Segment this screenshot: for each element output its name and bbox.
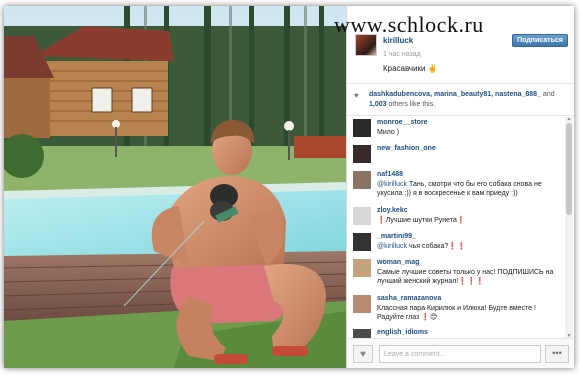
comments-scrollbar[interactable]: ▲ ▼ (565, 117, 573, 339)
commenter-avatar[interactable] (353, 259, 371, 277)
comment: woman_mag Самые лучшие советы только у н… (347, 257, 574, 293)
comment-body: чья собака?❗❗ (407, 243, 466, 250)
heart-icon: ♥ (354, 91, 359, 100)
post-lightbox: kirilluck 1 час назад Красавчики ✌️ Подп… (4, 6, 574, 368)
commenter-avatar[interactable] (353, 119, 371, 137)
likes-summary: ♥ dashkadubencova, marina_beauty81, nast… (347, 84, 574, 116)
commenter-username[interactable]: monroe__store (377, 119, 428, 126)
comment: new_fashion_one (347, 143, 574, 169)
commenter-avatar[interactable] (353, 233, 371, 251)
comment-input[interactable]: Leave a comment... (379, 345, 541, 363)
commenter-avatar[interactable] (353, 171, 371, 189)
comment: sasha_ramazanova Классная пара Кирилюк и… (347, 293, 574, 327)
scroll-up-icon[interactable]: ▲ (565, 117, 573, 122)
commenter-username[interactable]: _martini99_ (377, 233, 416, 240)
comment: naf1488 @kirilluck Тань, смотри что бы е… (347, 169, 574, 205)
comment-mention[interactable]: @kirilluck (377, 243, 407, 250)
commenter-username[interactable]: naf1488 (377, 171, 403, 178)
comment-bar: ♥ Leave a comment... ••• (347, 338, 574, 368)
likes-count[interactable]: 1,003 (369, 101, 387, 108)
comment-text: @kirilluck чья собака?❗❗ (377, 242, 563, 251)
comment-text: @kirilluck Тань, смотри что бы его собак… (377, 180, 563, 198)
likes-and: and (540, 91, 555, 98)
photo-image (4, 6, 346, 368)
like-button[interactable]: ♥ (353, 345, 373, 363)
commenter-avatar[interactable] (353, 145, 371, 163)
comment-text: Самые лучшие советы только у нас! ПОДПИШ… (377, 269, 554, 285)
comments-list[interactable]: monroe__store Мило ) new_fashion_one naf… (347, 117, 574, 339)
comment: zloy.kekc ❗Лучшие шутки Рунета❗ (347, 205, 574, 231)
comment: monroe__store Мило ) (347, 117, 574, 143)
commenter-avatar[interactable] (353, 207, 371, 225)
likes-rest: others like this. (386, 101, 436, 108)
more-options-button[interactable]: ••• (545, 345, 569, 363)
commenter-username[interactable]: sasha_ramazanova (377, 295, 441, 302)
scrollbar-thumb[interactable] (566, 123, 572, 215)
commenter-avatar[interactable] (353, 295, 371, 313)
comment-text: ❗Лучшие шутки Рунета❗ (377, 217, 466, 224)
post-caption: Красавчики ✌️ (383, 64, 438, 73)
post-sidebar: kirilluck 1 час назад Красавчики ✌️ Подп… (346, 6, 574, 368)
heart-icon: ♥ (360, 349, 366, 360)
follow-button[interactable]: Подписаться (512, 34, 568, 47)
comment-text: Классная пара Кирилюк и Илюха! Будте вме… (377, 305, 536, 321)
post-timestamp[interactable]: 1 час назад (383, 51, 421, 58)
commenter-username[interactable]: woman_mag (377, 259, 419, 266)
comment: _martini99_ @kirilluck чья собака?❗❗ (347, 231, 574, 257)
post-photo (4, 6, 346, 368)
comment-text: Мило ) (377, 129, 400, 136)
commenter-username[interactable]: english_idioms (377, 329, 428, 336)
watermark: www.schlock.ru (334, 12, 484, 37)
likers-list[interactable]: dashkadubencova, marina_beauty81, nasten… (369, 91, 541, 98)
comment-mention[interactable]: @kirilluck (377, 181, 407, 188)
commenter-username[interactable]: new_fashion_one (377, 145, 436, 152)
commenter-username[interactable]: zloy.kekc (377, 207, 408, 214)
